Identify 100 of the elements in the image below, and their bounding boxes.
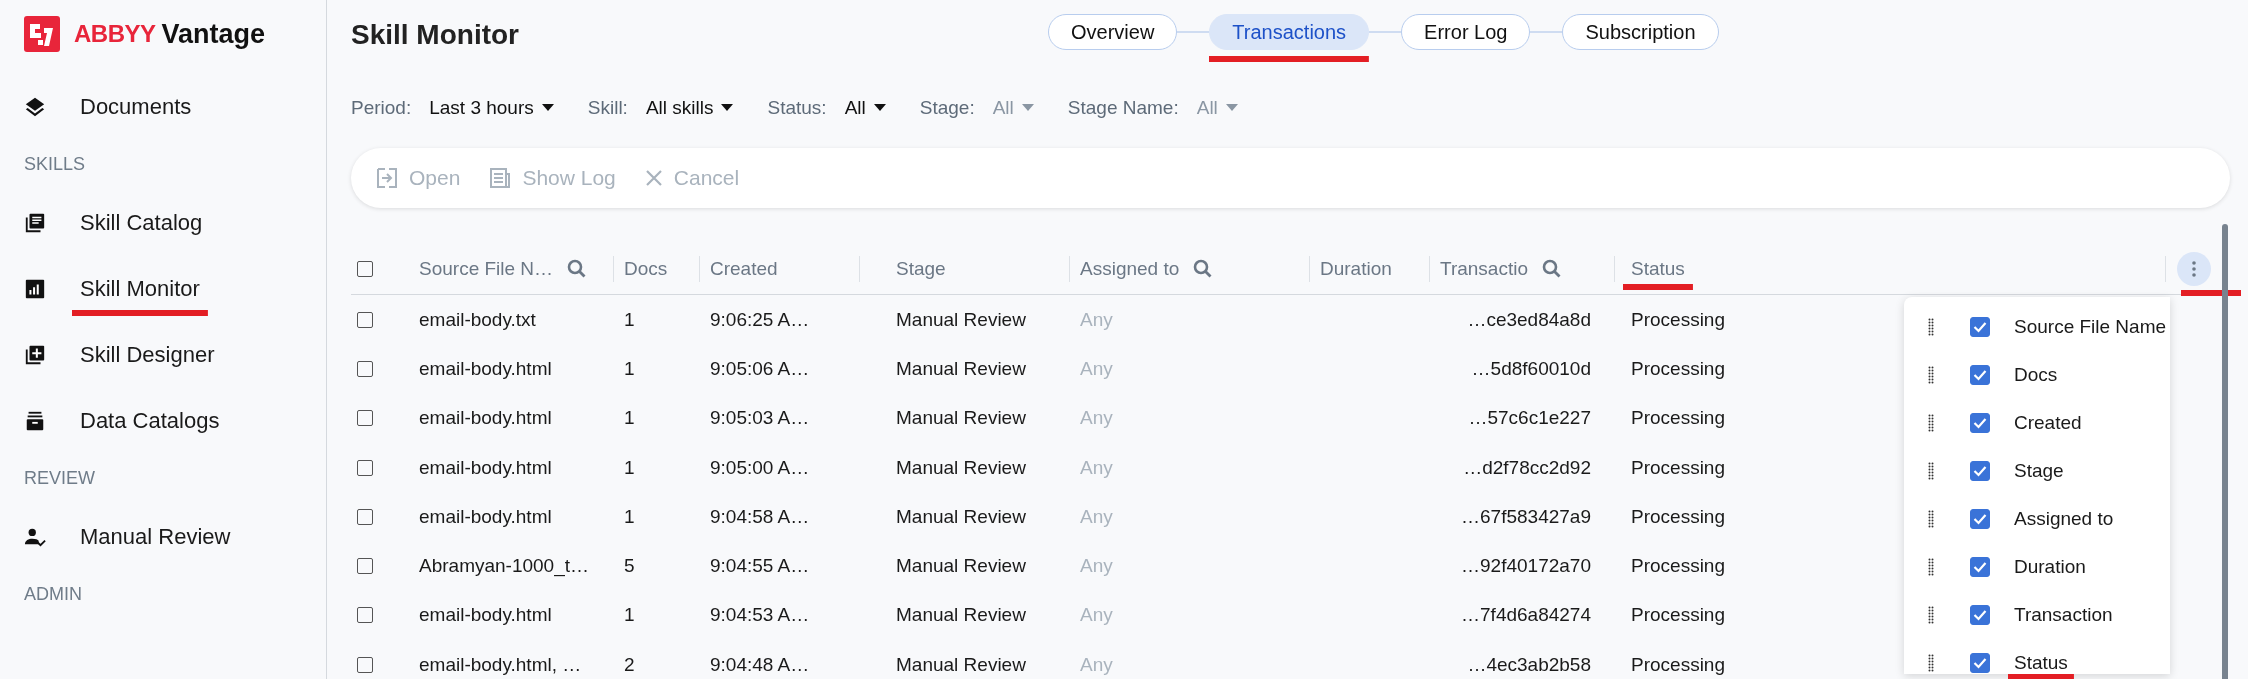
scrollbar[interactable] — [2222, 224, 2228, 679]
nav-link[interactable]: Manual Review — [72, 524, 239, 564]
table-cell: …7f4d6a84274 — [1461, 604, 1591, 627]
column-header[interactable]: Duration — [1312, 258, 1400, 290]
logo-icon — [24, 16, 60, 52]
table-cell: email-body.html — [419, 407, 552, 430]
table-cell: Any — [1080, 653, 1113, 676]
drag-handle-icon[interactable] — [1928, 606, 1934, 624]
checkbox[interactable] — [1970, 317, 1990, 337]
table-cell: Manual Review — [896, 456, 1026, 479]
checkmark-icon — [1973, 465, 1987, 477]
table-cell: 1 — [624, 407, 635, 430]
checkmark-icon — [1973, 417, 1987, 429]
checkbox[interactable] — [357, 607, 373, 624]
drag-handle-icon[interactable] — [1928, 318, 1934, 336]
column-header[interactable]: Stage — [888, 258, 954, 290]
table-cell: Processing — [1631, 604, 1725, 627]
table-cell: Processing — [1631, 407, 1725, 430]
checkbox[interactable] — [1970, 557, 1990, 577]
page-title: Skill Monitor — [351, 19, 519, 51]
table-cell: Any — [1080, 407, 1113, 430]
table-cell: email-body.html — [419, 604, 552, 627]
drag-handle-icon[interactable] — [1928, 462, 1934, 480]
checkbox[interactable] — [1970, 509, 1990, 529]
checkbox[interactable] — [357, 656, 373, 673]
nav-link[interactable]: Skill Designer — [72, 342, 223, 382]
filter-label: Stage: — [919, 97, 975, 119]
column-header[interactable]: Transactio — [1432, 258, 1570, 290]
table-cell: Manual Review — [896, 604, 1026, 627]
caret-icon — [541, 104, 554, 112]
caret-icon — [1021, 104, 1034, 112]
tab[interactable]: Transactions — [1209, 14, 1370, 62]
drag-handle-icon[interactable] — [1928, 654, 1934, 672]
column-header[interactable]: Assigned to — [1072, 258, 1222, 290]
checkbox[interactable] — [357, 311, 373, 328]
table-cell: 1 — [624, 308, 635, 331]
filter-dropdown[interactable]: Last 3 hours — [429, 97, 554, 119]
filter-dropdown[interactable]: All — [844, 97, 886, 119]
logo-product: Vantage — [161, 18, 266, 50]
caret-icon — [1225, 104, 1238, 112]
drag-handle-icon[interactable] — [1928, 366, 1934, 384]
checkbox[interactable] — [357, 360, 373, 377]
table-cell: 9:05:03 A… — [710, 407, 810, 430]
checkmark-icon — [1973, 513, 1987, 525]
checkmark-icon — [1973, 609, 1987, 621]
logo-brand: ABBYY — [74, 20, 156, 48]
table-cell: 9:04:53 A… — [710, 604, 810, 627]
table-cell: Manual Review — [896, 653, 1026, 676]
nav-link[interactable]: Documents — [72, 94, 200, 134]
checkbox[interactable] — [357, 558, 373, 575]
table-cell: Any — [1080, 555, 1113, 578]
table-cell: Manual Review — [896, 407, 1026, 430]
checkbox[interactable] — [357, 410, 373, 427]
checkbox[interactable] — [357, 261, 373, 277]
checkbox[interactable] — [357, 508, 373, 525]
checkbox[interactable] — [1970, 413, 1990, 433]
table-cell: 1 — [624, 357, 635, 380]
table-cell: Processing — [1631, 456, 1725, 479]
table-cell: email-body.html, … — [419, 653, 582, 676]
drag-handle-icon[interactable] — [1928, 510, 1934, 528]
more-icon — [2192, 261, 2196, 277]
archive-icon — [24, 410, 46, 432]
menu-item-label[interactable]: Created — [2008, 412, 2088, 440]
section-heading: REVIEW — [24, 467, 96, 490]
table-cell: 9:05:00 A… — [710, 456, 810, 479]
column-header[interactable]: Source File N… — [411, 258, 596, 290]
table-cell: email-body.txt — [419, 308, 536, 331]
menu-item-label[interactable]: Docs — [2008, 364, 2064, 392]
checkmark-icon — [1973, 369, 1987, 381]
search-icon[interactable] — [567, 259, 588, 279]
column-header[interactable]: Docs — [616, 258, 676, 290]
nav-link[interactable]: Data Catalogs — [72, 408, 228, 448]
column-header[interactable]: Created — [702, 258, 786, 290]
table-cell: 9:06:25 A… — [710, 308, 810, 331]
table-cell: …5d8f60010d — [1471, 357, 1591, 380]
checkbox[interactable] — [1970, 653, 1990, 673]
checkbox[interactable] — [357, 459, 373, 476]
table-cell: email-body.html — [419, 456, 552, 479]
filter-label: Stage Name: — [1067, 97, 1179, 119]
checkbox[interactable] — [1970, 461, 1990, 481]
filter-dropdown[interactable]: All skills — [645, 97, 734, 119]
search-icon[interactable] — [1193, 259, 1214, 279]
menu-item-label[interactable]: Duration — [2008, 556, 2092, 584]
drag-handle-icon[interactable] — [1928, 414, 1934, 432]
menu-item-label[interactable]: Assigned to — [2008, 508, 2120, 536]
table-cell: Any — [1080, 308, 1113, 331]
catalog-icon — [24, 212, 46, 234]
nav-link[interactable]: Skill Catalog — [72, 210, 211, 250]
drag-handle-icon[interactable] — [1928, 558, 1934, 576]
menu-item-label[interactable]: Transaction — [2008, 604, 2119, 632]
checkbox[interactable] — [1970, 605, 1990, 625]
checkbox[interactable] — [1970, 365, 1990, 385]
search-icon[interactable] — [1542, 259, 1562, 279]
table-cell: Manual Review — [896, 308, 1026, 331]
menu-item-label[interactable]: Source File Name — [2008, 316, 2173, 344]
table-cell: …92f40172a70 — [1461, 555, 1591, 578]
table-cell: Abramyan-1000_t… — [419, 555, 590, 578]
menu-item-label[interactable]: Stage — [2008, 460, 2070, 488]
table-cell: Processing — [1631, 555, 1725, 578]
log-icon — [488, 166, 513, 190]
